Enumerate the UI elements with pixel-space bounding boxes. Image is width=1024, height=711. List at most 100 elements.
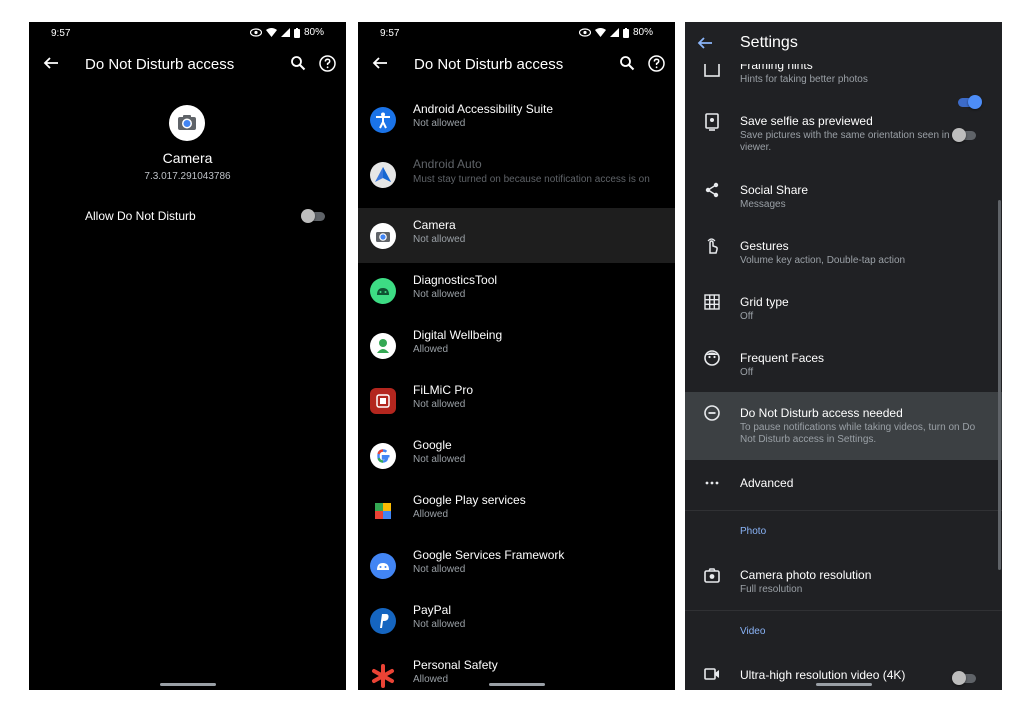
app-name: Camera — [162, 150, 213, 166]
setting-summary: Off — [740, 367, 754, 378]
setting-summary: Off — [740, 311, 754, 322]
app-name: Camera — [413, 218, 456, 232]
app-status: Not allowed — [413, 454, 466, 465]
camera-app-icon — [169, 105, 205, 141]
setting-dnd-access-needed[interactable]: Do Not Disturb access needed To pause no… — [685, 392, 1002, 460]
scrollbar[interactable] — [998, 200, 1001, 570]
setting-camera-photo-resolution[interactable]: Camera photo resolution Full resolution — [685, 562, 1002, 608]
app-status: Must stay turned on because notification… — [413, 174, 650, 185]
setting-name: Social Share — [740, 183, 809, 197]
page-title: Settings — [740, 34, 798, 51]
setting-social-share[interactable]: Social Share Messages — [685, 177, 1002, 225]
android-auto-icon — [370, 162, 396, 188]
framing-hints-toggle[interactable] — [958, 95, 982, 109]
setting-summary: Messages — [740, 199, 786, 210]
app-status: Allowed — [413, 344, 449, 355]
help-icon[interactable] — [648, 55, 665, 72]
setting-save-selfie[interactable]: Save selfie as previewed Save pictures w… — [685, 107, 1002, 162]
share-icon — [705, 182, 719, 198]
battery-icon — [622, 27, 629, 38]
signal-icon — [280, 28, 290, 37]
app-name: Google — [413, 438, 452, 452]
eye-icon — [249, 28, 262, 37]
app-name: Google Services Framework — [413, 548, 565, 562]
setting-summary: Hints for taking better photos — [740, 74, 868, 85]
allow-dnd-label[interactable]: Allow Do Not Disturb — [85, 209, 196, 223]
back-arrow-icon[interactable] — [372, 55, 388, 71]
app-status: Not allowed — [413, 118, 466, 129]
status-time: 9:57 — [380, 28, 400, 39]
divider — [685, 610, 1002, 611]
home-indicator[interactable] — [159, 683, 216, 686]
list-item-android-auto: Android Auto Must stay turned on because… — [358, 147, 675, 207]
list-item-android-accessibility-suite[interactable]: Android Accessibility Suite Not allowed — [358, 92, 675, 147]
asterisk-icon — [370, 663, 396, 689]
list-item-paypal[interactable]: PayPal Not allowed — [358, 593, 675, 648]
app-status: Not allowed — [413, 289, 466, 300]
app-status: Not allowed — [413, 234, 466, 245]
back-arrow-icon[interactable] — [697, 35, 713, 51]
setting-name: Ultra-high resolution video (4K) — [740, 668, 906, 682]
app-version: 7.3.017.291043786 — [144, 171, 231, 182]
more-horizontal-icon — [705, 481, 719, 485]
setting-summary: Save pictures with the same orientation … — [740, 130, 967, 153]
app-name: Android Accessibility Suite — [413, 102, 554, 116]
setting-name: Frequent Faces — [740, 351, 825, 365]
allow-dnd-toggle[interactable] — [301, 209, 325, 223]
status-bar: 9:57 80% — [358, 22, 675, 44]
back-arrow-icon[interactable] — [43, 55, 59, 71]
help-icon[interactable] — [319, 55, 336, 72]
setting-name: Camera photo resolution — [740, 568, 872, 582]
digital-wellbeing-icon — [370, 333, 396, 359]
app-bar: Do Not Disturb access — [29, 50, 346, 80]
status-bar: 9:57 80% — [29, 22, 346, 44]
list-item-filmic-pro[interactable]: FiLMiC Pro Not allowed — [358, 373, 675, 428]
puzzle-piece-icon — [370, 498, 396, 524]
video-camera-icon — [704, 668, 719, 680]
list-item-camera[interactable]: Camera Not allowed — [358, 208, 675, 263]
save-selfie-toggle[interactable] — [952, 128, 976, 142]
app-name: DiagnosticsTool — [413, 273, 498, 287]
list-item-google-play-services[interactable]: Google Play services Allowed — [358, 483, 675, 538]
setting-advanced[interactable]: Advanced — [685, 468, 1002, 502]
wifi-icon — [594, 28, 606, 37]
camera-icon — [370, 223, 396, 249]
ultra-high-res-toggle[interactable] — [952, 671, 976, 685]
search-icon[interactable] — [290, 55, 306, 71]
divider — [685, 510, 1002, 511]
android-robot-icon — [370, 278, 396, 304]
grid-icon — [704, 294, 720, 310]
list-item-diagnosticstool[interactable]: DiagnosticsTool Not allowed — [358, 263, 675, 318]
status-time: 9:57 — [51, 28, 71, 39]
camera-dnd-detail-screen: 9:57 80% Do Not Disturb access Camera 7.… — [29, 22, 346, 690]
app-status: Not allowed — [413, 399, 466, 410]
signal-icon — [609, 28, 619, 37]
list-item-digital-wellbeing[interactable]: Digital Wellbeing Allowed — [358, 318, 675, 373]
home-indicator[interactable] — [488, 683, 545, 686]
list-item-google-services-framework[interactable]: Google Services Framework Not allowed — [358, 538, 675, 593]
setting-name: Save selfie as previewed — [740, 114, 873, 128]
app-name: Digital Wellbeing — [413, 328, 503, 342]
do-not-disturb-icon — [704, 405, 720, 421]
setting-summary: Volume key action, Double-tap action — [740, 255, 906, 266]
app-name: PayPal — [413, 603, 452, 617]
camera-settings-screen: Settings Framing hints Hints for taking … — [685, 22, 1002, 690]
app-status: Not allowed — [413, 619, 466, 630]
page-title: Do Not Disturb access — [414, 56, 564, 73]
android-robot-icon — [370, 553, 396, 579]
setting-name: Advanced — [740, 476, 794, 490]
search-icon[interactable] — [619, 55, 635, 71]
setting-grid-type[interactable]: Grid type Off — [685, 289, 1002, 337]
app-status: Allowed — [413, 509, 449, 520]
app-status: Not allowed — [413, 564, 466, 575]
battery-percent: 80% — [632, 27, 653, 38]
app-name: Google Play services — [413, 493, 526, 507]
setting-frequent-faces[interactable]: Frequent Faces Off — [685, 345, 1002, 393]
wifi-icon — [265, 28, 277, 37]
filmic-pro-icon — [370, 388, 396, 414]
home-indicator[interactable] — [815, 683, 872, 686]
accessibility-icon — [370, 107, 396, 133]
setting-gestures[interactable]: Gestures Volume key action, Double-tap a… — [685, 233, 1002, 281]
list-item-google[interactable]: Google Not allowed — [358, 428, 675, 483]
app-bar: Settings — [685, 22, 1002, 64]
